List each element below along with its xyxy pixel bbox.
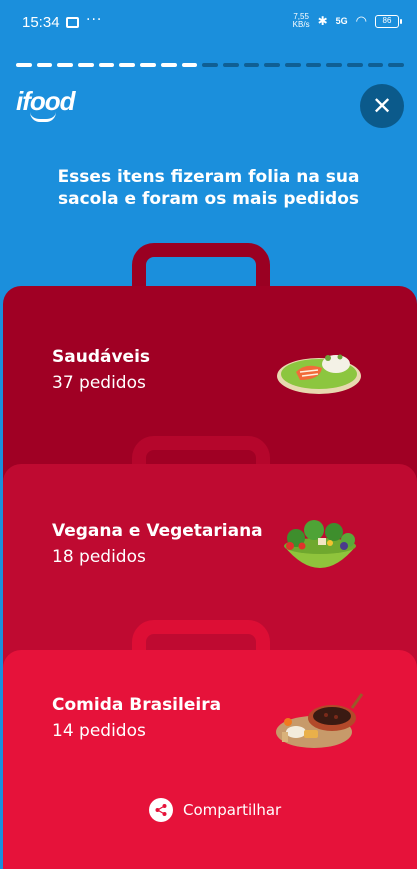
progress-segment [388,63,405,67]
progress-segment [202,63,218,67]
category-name: Vegana e Vegetariana [52,521,263,541]
story-headline: Esses itens fizeram folia na sua sacola … [57,167,360,209]
progress-segment [222,63,239,67]
salad-bowl-icon [284,520,356,568]
status-time: 15:34 [22,14,60,31]
feijoada-icon [276,693,364,748]
category-count: 18 pedidos [52,547,146,567]
progress-segment [160,63,177,67]
share-label: Compartilhar [183,801,282,819]
battery-icon: 86 [375,14,402,28]
status-icons: 7,55 KB/s ✱ 5G ◠ 86 [292,12,402,29]
progress-segment [98,63,115,67]
progress-segment [367,63,384,67]
close-button[interactable]: ✕ [360,84,404,128]
share-button[interactable]: Compartilhar [149,798,281,822]
progress-segment [181,63,198,67]
progress-segment [305,63,322,67]
category-count: 37 pedidos [52,373,146,393]
message-notification-icon [66,17,79,28]
progress-segment [16,63,32,67]
category-count: 14 pedidos [52,721,146,741]
more-notifications-icon: ··· [86,12,103,28]
progress-segment [284,63,301,67]
progress-segment [57,63,74,67]
story-progress-bar [16,63,405,67]
salmon-plate-icon [277,354,361,394]
status-bar: 15:34 ··· 7,55 KB/s ✱ 5G ◠ 86 [0,0,417,52]
ifood-logo-smile [30,112,56,122]
signal-5g-icon: 5G [335,16,348,26]
progress-segment [243,63,260,67]
progress-segment [36,63,53,67]
category-name: Saudáveis [52,347,151,367]
share-icon [149,798,173,822]
progress-segment [326,63,342,67]
category-card-brasileira [3,650,417,869]
progress-segment [264,63,280,67]
progress-segment [347,63,363,67]
close-icon: ✕ [371,92,393,120]
bluetooth-icon: ✱ [317,14,328,28]
progress-segment [140,63,156,67]
progress-segment [119,63,136,67]
category-name: Comida Brasileira [52,695,222,715]
progress-segment [78,63,94,67]
network-speed: 7,55 KB/s [292,12,310,29]
wifi-icon: ◠ [355,13,367,28]
